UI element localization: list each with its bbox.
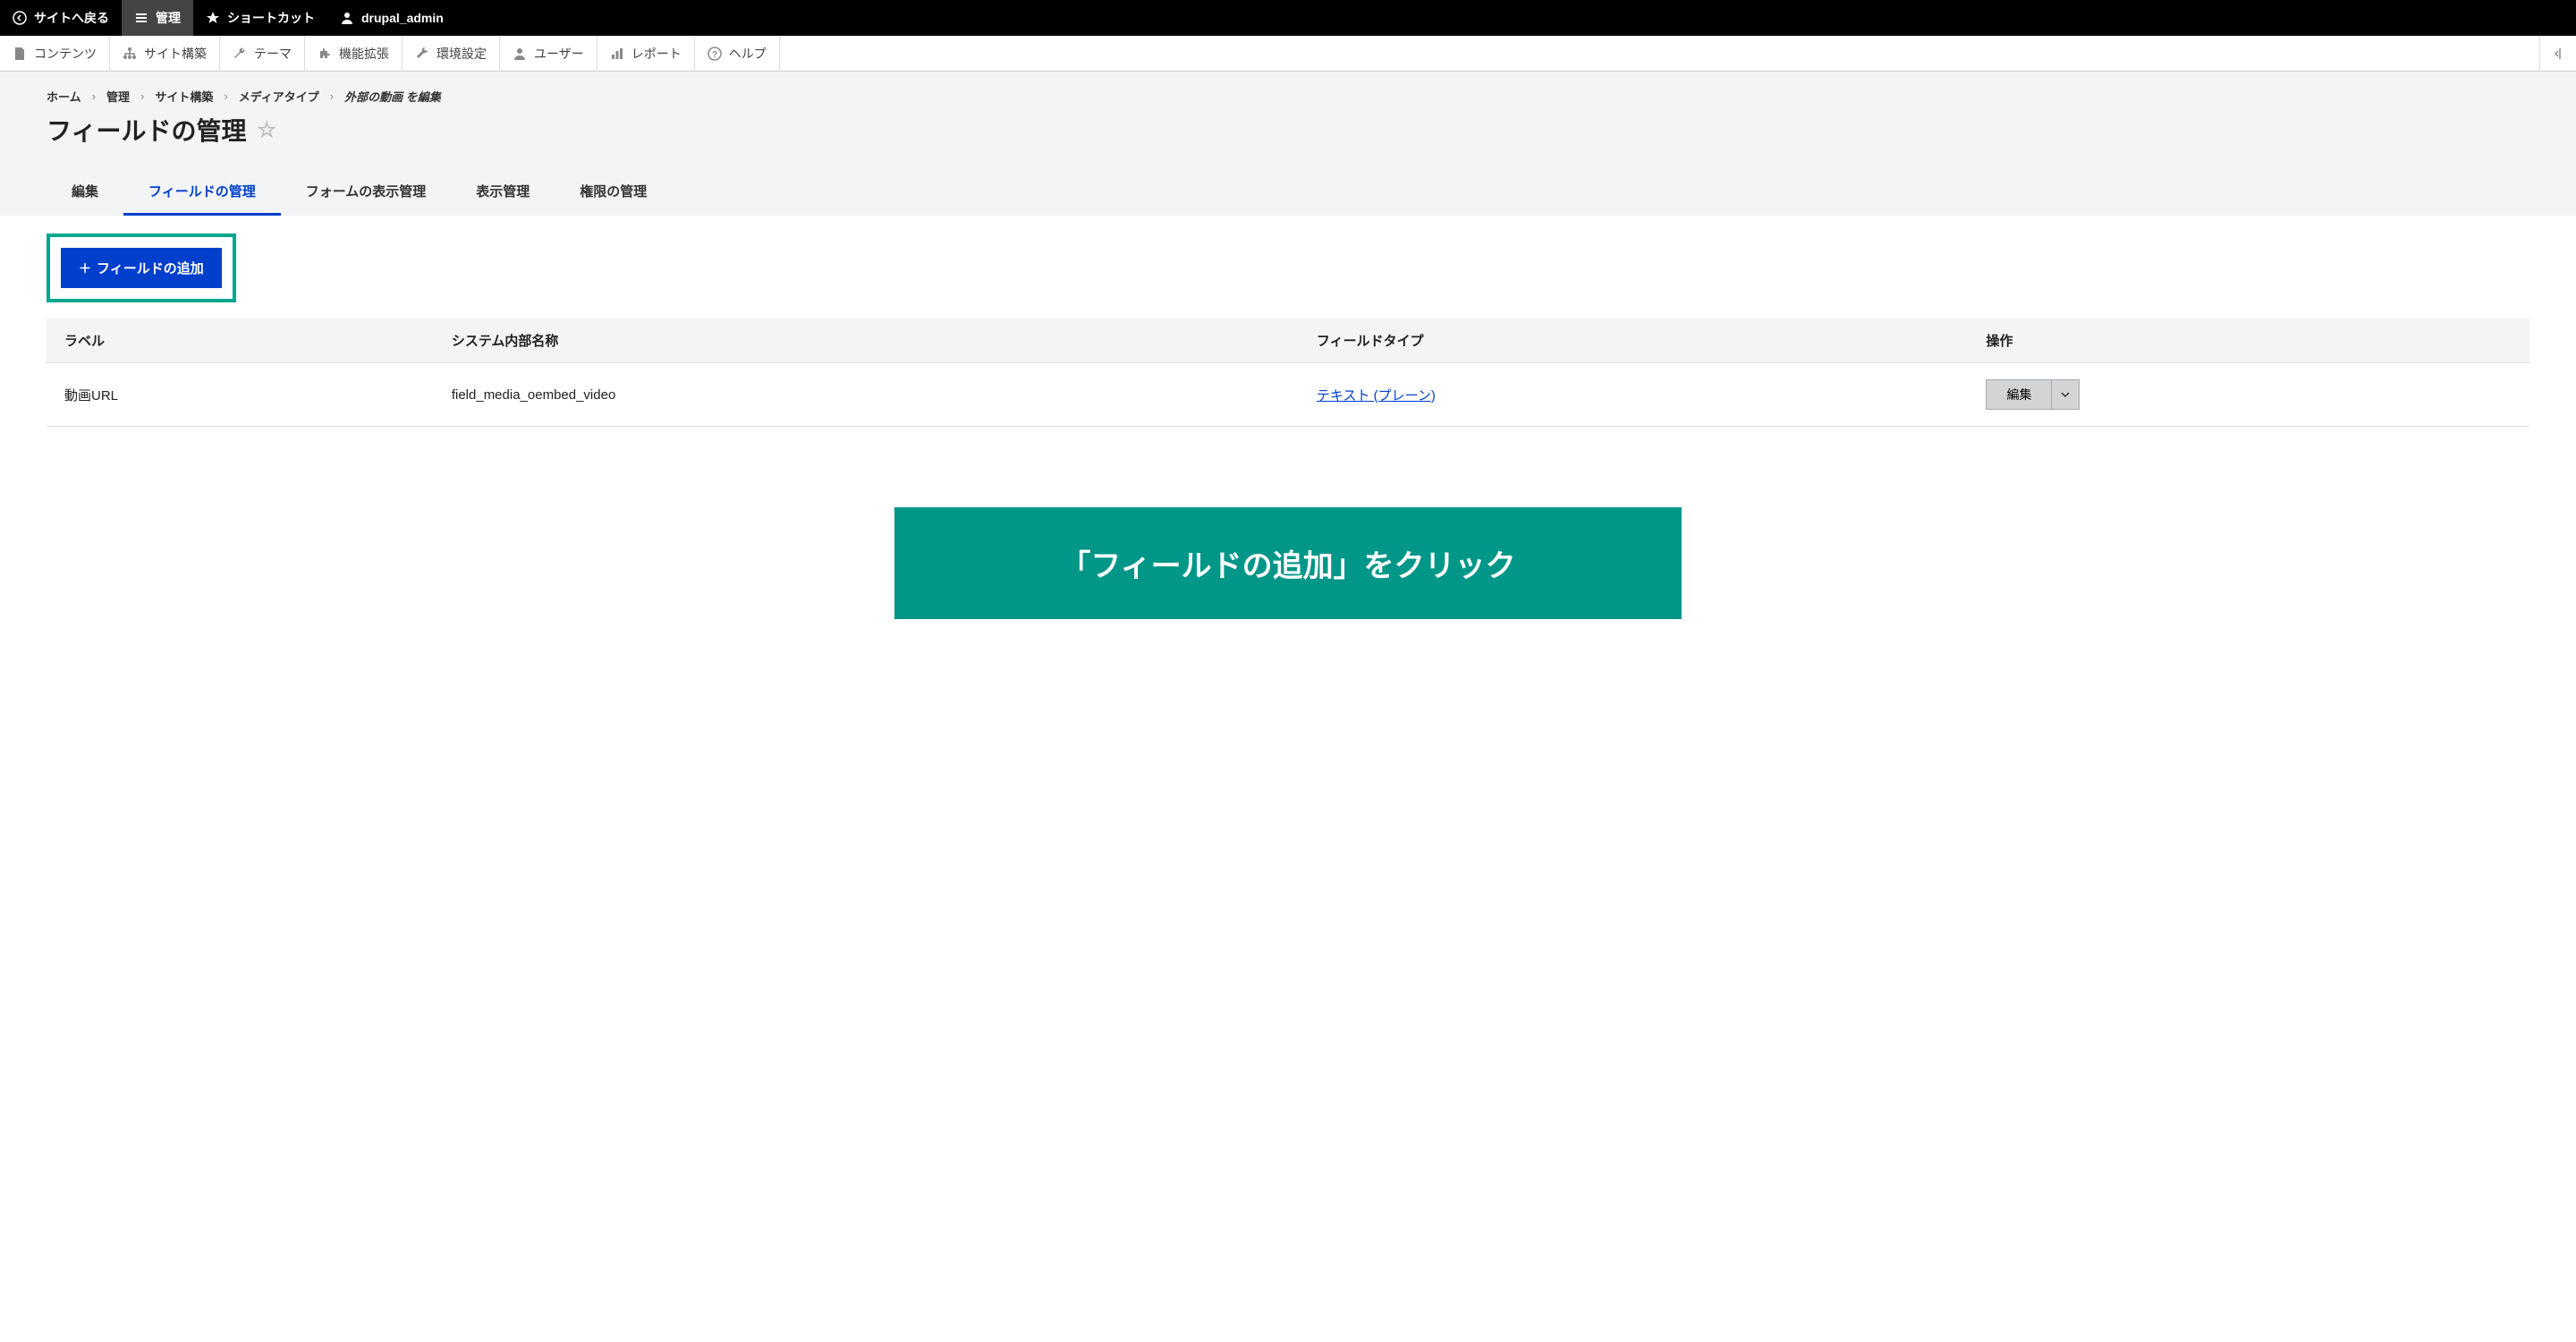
menu-structure[interactable]: サイト構築 (110, 36, 220, 72)
page-title-text: フィールドの管理 (47, 112, 246, 148)
hierarchy-icon (123, 47, 137, 61)
menu-reports[interactable]: レポート (597, 36, 695, 72)
page-header: ホーム › 管理 › サイト構築 › メディアタイプ › 外部の動画 を編集 フ… (0, 72, 2576, 216)
fields-table: ラベル システム内部名称 フィールドタイプ 操作 動画URL field_med… (47, 319, 2529, 427)
shortcut-star-icon[interactable]: ☆ (257, 117, 276, 143)
menu-help[interactable]: ? ヘルプ (695, 36, 780, 72)
col-operations: 操作 (1968, 319, 2529, 363)
menu-content[interactable]: コンテンツ (0, 36, 110, 72)
breadcrumb-item[interactable]: メディアタイプ (239, 88, 319, 105)
user-menu[interactable]: drupal_admin (327, 0, 456, 36)
annotation-callout: 「フィールドの追加」をクリック (894, 507, 1682, 619)
cell-label: 動画URL (47, 363, 434, 427)
back-to-site-label: サイトへ戻る (34, 9, 109, 27)
tab-manage-display[interactable]: 表示管理 (451, 169, 555, 216)
menu-structure-label: サイト構築 (144, 45, 207, 63)
col-machine-name: システム内部名称 (434, 319, 1299, 363)
page-title: フィールドの管理 ☆ (47, 112, 2529, 148)
chevron-down-icon (2061, 390, 2070, 399)
tab-permissions[interactable]: 権限の管理 (555, 169, 672, 216)
svg-text:?: ? (712, 50, 717, 60)
help-icon: ? (708, 47, 722, 61)
menu-extend-label: 機能拡張 (339, 45, 389, 63)
toolbar-orientation-toggle[interactable] (2539, 36, 2576, 72)
menu-reports-label: レポート (631, 45, 682, 63)
tab-edit[interactable]: 編集 (47, 169, 123, 216)
add-field-highlight: ＋ フィールドの追加 (47, 234, 236, 302)
menu-people[interactable]: ユーザー (500, 36, 597, 72)
shortcuts-label: ショートカット (227, 9, 315, 27)
operations-toggle[interactable] (2052, 379, 2080, 410)
cell-machine-name: field_media_oembed_video (434, 363, 1299, 427)
wrench-icon (233, 47, 247, 61)
admin-toolbar: サイトへ戻る 管理 ショートカット drupal_admin (0, 0, 2576, 36)
breadcrumb: ホーム › 管理 › サイト構築 › メディアタイプ › 外部の動画 を編集 (47, 88, 2529, 105)
shortcuts-link[interactable]: ショートカット (193, 0, 327, 36)
back-to-site-link[interactable]: サイトへ戻る (0, 0, 122, 36)
user-label: drupal_admin (361, 11, 444, 25)
breadcrumb-separator: › (224, 89, 227, 103)
breadcrumb-item[interactable]: 管理 (106, 88, 130, 105)
hamburger-icon (134, 11, 148, 25)
menu-configuration-label: 環境設定 (436, 45, 487, 63)
menu-people-label: ユーザー (534, 45, 584, 63)
breadcrumb-current: 外部の動画 を編集 (344, 88, 441, 105)
person2-icon (513, 47, 527, 61)
breadcrumb-item[interactable]: ホーム (47, 88, 81, 105)
col-label: ラベル (47, 319, 434, 363)
chart-icon (610, 47, 624, 61)
person-icon (340, 11, 354, 25)
manage-label: 管理 (156, 9, 181, 27)
tab-manage-form[interactable]: フォームの表示管理 (281, 169, 452, 216)
back-arrow-icon (13, 11, 27, 25)
document-icon (13, 47, 27, 61)
menu-help-label: ヘルプ (729, 45, 767, 63)
breadcrumb-separator: › (92, 89, 96, 103)
main-content: ＋ フィールドの追加 ラベル システム内部名称 フィールドタイプ 操作 動画UR… (0, 216, 2576, 637)
breadcrumb-separator: › (330, 89, 334, 103)
add-field-label: フィールドの追加 (97, 259, 204, 277)
manage-toggle[interactable]: 管理 (122, 0, 193, 36)
admin-menu: コンテンツ サイト構築 テーマ 機能拡張 環境設定 ユーザー レポート (0, 36, 2576, 72)
add-field-button[interactable]: ＋ フィールドの追加 (61, 248, 222, 288)
puzzle-icon (318, 47, 332, 61)
menu-content-label: コンテンツ (34, 45, 97, 63)
table-row: 動画URL field_media_oembed_video テキスト (プレー… (47, 363, 2529, 427)
breadcrumb-item[interactable]: サイト構築 (155, 88, 213, 105)
col-field-type: フィールドタイプ (1299, 319, 1969, 363)
menu-appearance[interactable]: テーマ (220, 36, 305, 72)
primary-tabs: 編集 フィールドの管理 フォームの表示管理 表示管理 権限の管理 (47, 169, 2529, 216)
star-icon (206, 11, 220, 25)
field-type-link[interactable]: テキスト (プレーン) (1317, 388, 1436, 403)
plus-icon: ＋ (79, 259, 91, 277)
menu-appearance-label: テーマ (254, 45, 292, 63)
menu-extend[interactable]: 機能拡張 (305, 36, 402, 72)
breadcrumb-separator: › (140, 89, 144, 103)
edit-button[interactable]: 編集 (1986, 379, 2052, 410)
wrench2-icon (415, 47, 429, 61)
operations-dropdown: 編集 (1986, 379, 2080, 410)
collapse-icon (2551, 47, 2565, 61)
tab-manage-fields[interactable]: フィールドの管理 (123, 169, 281, 216)
menu-configuration[interactable]: 環境設定 (402, 36, 500, 72)
